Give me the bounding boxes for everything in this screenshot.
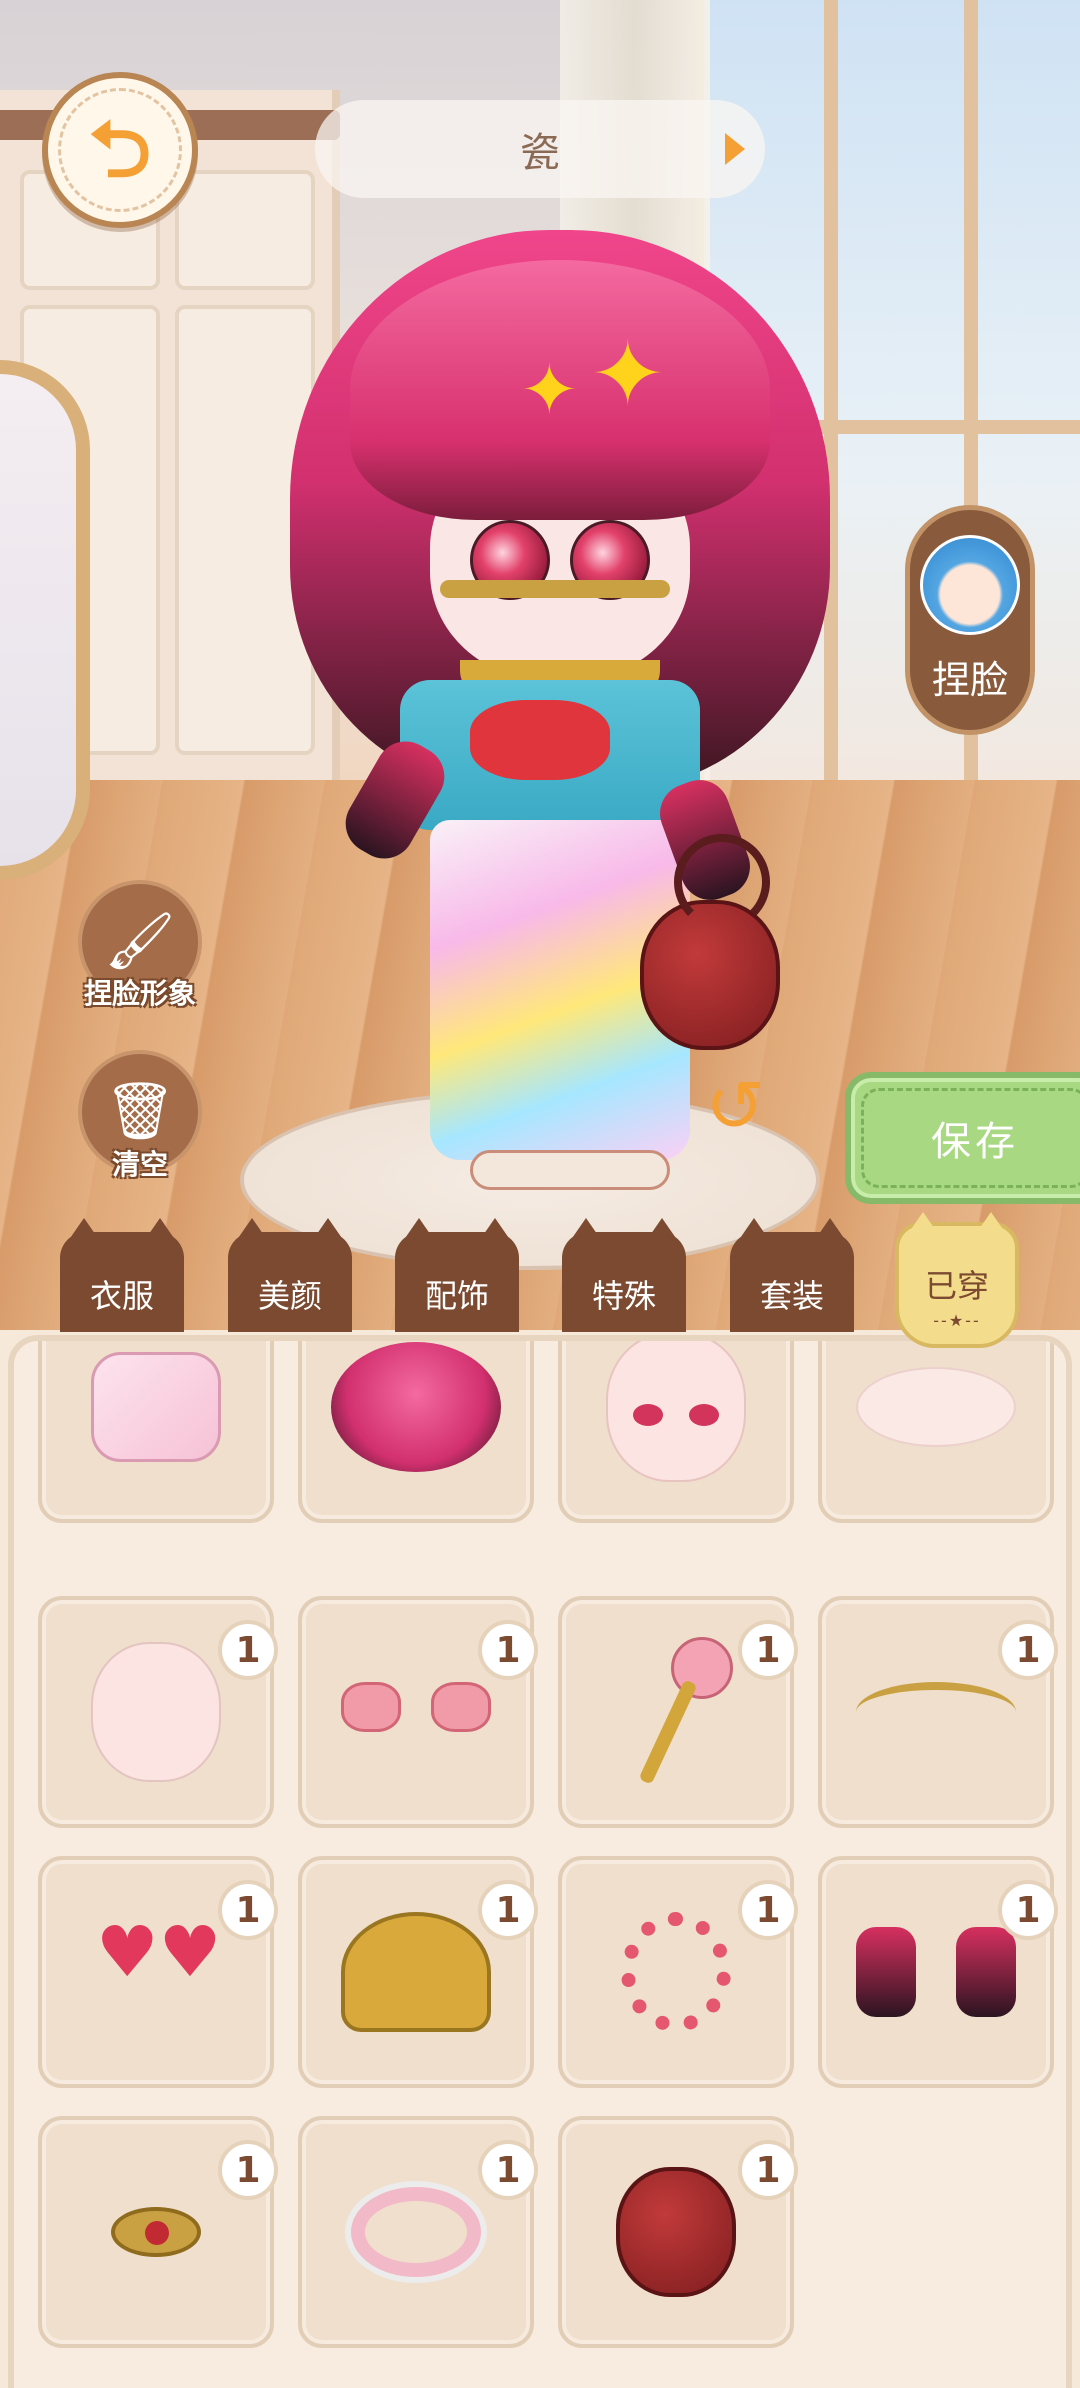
bow-icon [341, 1682, 491, 1742]
item-cell[interactable]: 1 [38, 1596, 278, 1828]
bracelet-icon [351, 2187, 481, 2277]
item-cell[interactable]: 1 [818, 1856, 1058, 2088]
face-edit-label: 捏脸 [931, 658, 1008, 702]
glove-icon [856, 1927, 1016, 2017]
item-cell[interactable] [298, 1341, 534, 1523]
tab-clothes[interactable]: 衣服 [60, 1218, 184, 1332]
star-decoration-icon: --★-- [933, 1310, 981, 1330]
count-badge: 1 [478, 1880, 538, 1940]
count-badge: 1 [218, 1620, 278, 1680]
save-button[interactable]: 保存 [845, 1072, 1080, 1204]
count-badge: 1 [998, 1880, 1058, 1940]
face-icon [91, 1642, 221, 1782]
rose-icon [641, 1637, 733, 1787]
count-badge: 1 [478, 2140, 538, 2200]
hair-icon [331, 1342, 501, 1472]
item-cell[interactable] [38, 1341, 274, 1523]
beads-icon [621, 1912, 731, 2032]
count-badge: 1 [738, 1880, 798, 1940]
character-preview[interactable]: ✦ ✦ [200, 180, 920, 1220]
sparkle-icon: ✦ [590, 322, 666, 427]
socks-icon [91, 1352, 221, 1462]
count-badge: 1 [478, 1620, 538, 1680]
item-cell[interactable]: 1 [818, 1596, 1058, 1828]
count-badge: 1 [738, 1620, 798, 1680]
item-cell[interactable]: 1 [298, 2116, 538, 2348]
item-cell[interactable]: 1 [558, 2116, 798, 2348]
character-name: 瓷 [520, 130, 560, 176]
heart-icon: ♥♥ [96, 1911, 222, 1993]
rotate-arrow-icon[interactable]: ↺ [705, 1070, 765, 1142]
tab-accessories[interactable]: 配饰 [395, 1218, 519, 1332]
item-cell[interactable]: ♥♥ 1 [38, 1856, 278, 2088]
face-edit-button[interactable]: 捏脸 [905, 505, 1035, 735]
character-bow [470, 700, 610, 780]
image-edit-label: 捏脸形象 [83, 977, 196, 1010]
apple-bag-icon [616, 2167, 736, 2297]
tab-worn[interactable]: 已穿 --★-- [895, 1212, 1019, 1348]
save-label: 保存 [931, 1119, 1019, 1165]
wardrobe-panel[interactable]: 1 1 1 1 ♥♥ 1 1 1 1 1 1 1 [8, 1335, 1072, 2388]
count-badge: 1 [218, 2140, 278, 2200]
item-cell[interactable]: 1 [298, 1596, 538, 1828]
face-icon [606, 1341, 746, 1482]
item-grid: 1 1 1 1 ♥♥ 1 1 1 1 1 1 1 [14, 1341, 1066, 2388]
back-button[interactable]: ⮌ [42, 72, 198, 228]
clear-label: 清空 [111, 1148, 168, 1181]
necklace-icon [341, 1912, 491, 2032]
brooch-icon [111, 2207, 201, 2257]
chain-icon [856, 1682, 1016, 1742]
count-badge: 1 [998, 1620, 1058, 1680]
item-cell[interactable]: 1 [38, 2116, 278, 2348]
item-cell[interactable]: 1 [558, 1596, 798, 1828]
character-chain [440, 580, 670, 598]
tab-beauty[interactable]: 美颜 [228, 1218, 352, 1332]
count-badge: 1 [218, 1880, 278, 1940]
trash-icon: 🗑 [104, 1079, 176, 1144]
tab-outfit-sets[interactable]: 套装 [730, 1218, 854, 1332]
skin-icon [856, 1367, 1016, 1447]
character-name-pill[interactable]: 瓷 [315, 100, 765, 198]
back-arrow-icon: ⮌ [88, 105, 152, 195]
tab-special[interactable]: 特殊 [562, 1218, 686, 1332]
brush-icon: 🖌 [104, 909, 176, 974]
item-cell[interactable] [558, 1341, 794, 1523]
item-cell[interactable]: 1 [298, 1856, 538, 2088]
item-cell[interactable]: 1 [558, 1856, 798, 2088]
character-avatar-icon [920, 535, 1020, 635]
count-badge: 1 [738, 2140, 798, 2200]
character-apple-bag [640, 834, 780, 1050]
character-shoes [470, 1150, 670, 1190]
item-cell[interactable] [818, 1341, 1054, 1523]
sparkle-icon: ✦ [520, 349, 579, 431]
mirror [0, 360, 90, 880]
play-arrow-icon [725, 133, 745, 165]
